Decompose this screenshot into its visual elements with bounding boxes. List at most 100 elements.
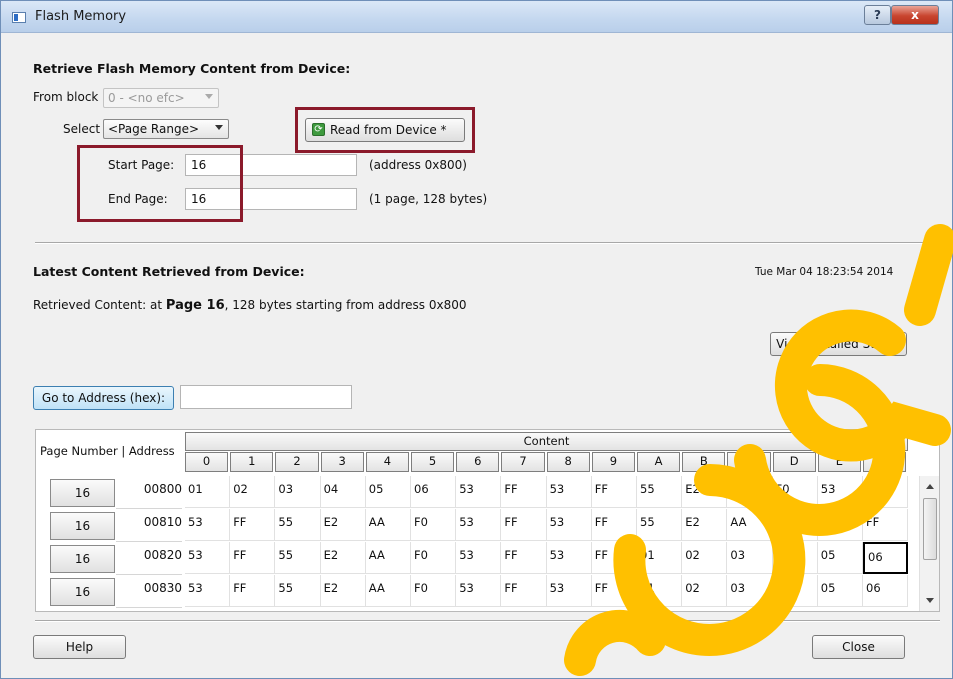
memory-cell[interactable]: 06	[411, 476, 457, 508]
memory-cell[interactable]: 02	[682, 542, 728, 574]
memory-cell[interactable]: 03	[727, 542, 773, 574]
memory-cell[interactable]: 55	[275, 509, 321, 541]
page-number-button[interactable]: 16	[50, 512, 115, 540]
range-select[interactable]: <Page Range>	[103, 119, 229, 139]
memory-cell[interactable]: AA	[727, 509, 773, 541]
memory-cell[interactable]: AA	[365, 575, 411, 607]
memory-cell[interactable]: 01	[637, 575, 683, 607]
memory-cell[interactable]: FF	[863, 509, 909, 541]
memory-cell[interactable]: 55	[637, 509, 683, 541]
memory-cell[interactable]: F0	[411, 542, 457, 574]
memory-cell[interactable]: FF	[230, 509, 276, 541]
memory-cell[interactable]: 05	[365, 476, 411, 508]
memory-cell[interactable]: 04	[772, 575, 818, 607]
content-header: Content	[185, 432, 908, 451]
help-title-button[interactable]: ?	[864, 5, 891, 25]
from-block-select[interactable]: 0 - <no efc>	[103, 88, 219, 108]
column-header-6: 6	[456, 452, 500, 472]
go-to-address-input[interactable]	[180, 385, 352, 409]
memory-cell[interactable]: FF	[591, 575, 637, 607]
memory-cell[interactable]: AA	[365, 542, 411, 574]
column-header-4: 4	[365, 452, 409, 472]
memory-cell[interactable]: 53	[817, 476, 863, 508]
scroll-down-icon[interactable]	[926, 598, 934, 603]
memory-cell[interactable]: 02	[230, 476, 276, 508]
memory-cell[interactable]: 53	[546, 509, 592, 541]
memory-cell[interactable]: FF	[501, 542, 547, 574]
memory-cell[interactable]: AA	[365, 509, 411, 541]
memory-cell[interactable]: E2	[320, 575, 366, 607]
memory-cell[interactable]: FF	[591, 542, 637, 574]
memory-cell[interactable]: FF	[230, 575, 276, 607]
memory-cell[interactable]: AA	[727, 476, 773, 508]
address-cell: 00810	[116, 509, 182, 542]
memory-cell[interactable]: 53	[185, 575, 231, 607]
scroll-thumb[interactable]	[923, 498, 937, 560]
memory-cell[interactable]: 53	[456, 575, 502, 607]
memory-cell[interactable]: 53	[185, 542, 231, 574]
memory-cell[interactable]: FF	[591, 509, 637, 541]
page-number-button[interactable]: 16	[50, 578, 115, 606]
memory-cell[interactable]: 05	[817, 575, 863, 607]
memory-cell[interactable]: 03	[727, 575, 773, 607]
table-scrollbar[interactable]	[919, 476, 939, 611]
end-page-note: (1 page, 128 bytes)	[369, 192, 488, 206]
memory-cell[interactable]: FF	[501, 575, 547, 607]
memory-cell[interactable]: 53	[546, 476, 592, 508]
memory-cell[interactable]: FF	[501, 476, 547, 508]
chevron-down-icon	[215, 125, 223, 130]
memory-cell[interactable]: 05	[817, 542, 863, 574]
memory-cell[interactable]: 01	[637, 542, 683, 574]
help-button[interactable]: Help	[33, 635, 126, 659]
scroll-up-icon[interactable]	[926, 484, 934, 489]
memory-cell[interactable]: 55	[275, 542, 321, 574]
memory-cell[interactable]: FF	[863, 476, 909, 508]
memory-cell[interactable]: FF	[230, 542, 276, 574]
address-cell: 00800	[116, 476, 182, 509]
select-label: Select	[63, 122, 101, 136]
close-button[interactable]: Close	[812, 635, 905, 659]
close-title-button[interactable]: x	[891, 5, 939, 25]
view-detailed-status-button[interactable]: View Detailed Status	[770, 332, 907, 356]
memory-cell[interactable]: 03	[275, 476, 321, 508]
chevron-down-icon	[205, 94, 213, 99]
memory-cell[interactable]: 53	[185, 509, 231, 541]
go-to-address-button[interactable]: Go to Address (hex):	[33, 386, 174, 410]
memory-table: Page Number | Address Content 0123456789…	[35, 429, 940, 612]
memory-cell[interactable]: E2	[682, 476, 728, 508]
memory-cell[interactable]: F0	[772, 509, 818, 541]
memory-cell[interactable]: 01	[185, 476, 231, 508]
column-header-c: C	[727, 452, 771, 472]
memory-cell[interactable]: FF	[591, 476, 637, 508]
memory-cell[interactable]: 04	[772, 542, 818, 574]
memory-cell[interactable]: 53	[456, 542, 502, 574]
memory-cell[interactable]: F0	[411, 575, 457, 607]
memory-cell[interactable]: 55	[275, 575, 321, 607]
column-header-8: 8	[546, 452, 590, 472]
memory-cell[interactable]: 53	[546, 575, 592, 607]
memory-cell[interactable]: 53	[456, 509, 502, 541]
dialog-body: Retrieve Flash Memory Content from Devic…	[1, 34, 952, 678]
memory-cell[interactable]: 02	[682, 575, 728, 607]
memory-cell[interactable]: 53	[817, 509, 863, 541]
page-range-highlight	[77, 145, 243, 222]
memory-cell[interactable]: E2	[320, 542, 366, 574]
column-header-f: F	[863, 452, 907, 472]
memory-cell[interactable]: 53	[456, 476, 502, 508]
memory-cell[interactable]: 06	[863, 575, 909, 607]
memory-cell[interactable]: 06	[863, 542, 909, 574]
page-number-button[interactable]: 16	[50, 545, 115, 573]
memory-cell[interactable]: 04	[320, 476, 366, 508]
memory-cell[interactable]: FF	[501, 509, 547, 541]
page-number-button[interactable]: 16	[50, 479, 115, 507]
memory-cell[interactable]: 53	[546, 542, 592, 574]
memory-cell[interactable]: F0	[772, 476, 818, 508]
range-select-value: <Page Range>	[108, 122, 200, 136]
column-header-3: 3	[320, 452, 364, 472]
column-header-9: 9	[591, 452, 635, 472]
memory-cell[interactable]: 55	[637, 476, 683, 508]
memory-cell[interactable]: F0	[411, 509, 457, 541]
memory-cell[interactable]: E2	[682, 509, 728, 541]
start-page-note: (address 0x800)	[369, 158, 467, 172]
memory-cell[interactable]: E2	[320, 509, 366, 541]
